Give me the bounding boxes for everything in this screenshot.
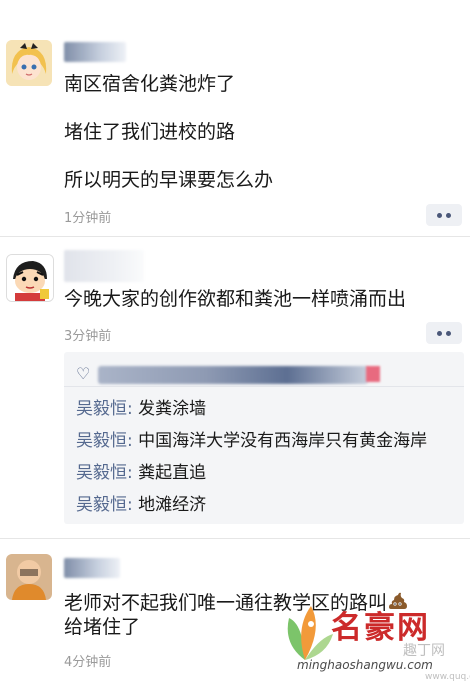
divider — [64, 386, 464, 387]
comment-text: 地滩经济 — [138, 495, 207, 515]
liked-by-avatar — [366, 366, 380, 382]
comment-text: 发粪涂墙 — [138, 399, 207, 419]
avatar[interactable] — [6, 40, 52, 86]
moment-post-1: 南区宿舍化粪池炸了 堵住了我们进校的路 所以明天的早课要怎么办 1分钟前 — [0, 0, 470, 235]
more-dots-icon — [446, 212, 451, 218]
post-text-line: 今晚大家的创作欲都和粪池一样喷涌而出 — [64, 288, 407, 310]
timestamp: 1分钟前 — [64, 211, 112, 226]
more-dots-icon — [446, 330, 451, 336]
watermark: 名豪网 minghaoshangwu.com 趣丁网 www.quq.cn — [275, 590, 470, 684]
comment[interactable]: 吴毅恒: 发粪涂墙 — [76, 398, 206, 420]
username[interactable] — [64, 250, 144, 282]
username[interactable] — [64, 42, 126, 62]
comment-text: 中国海洋大学没有西海岸只有黄金海岸 — [138, 431, 428, 451]
liked-by-list — [98, 366, 368, 384]
commenter-name[interactable]: 吴毅恒: — [76, 463, 133, 483]
leaf-logo-icon — [287, 606, 333, 660]
post-text-line: 堵住了我们进校的路 — [64, 121, 236, 143]
more-actions-button[interactable] — [426, 322, 462, 344]
post-text-line: 给堵住了 — [64, 616, 141, 638]
comment[interactable]: 吴毅恒: 中国海洋大学没有西海岸只有黄金海岸 — [76, 430, 427, 452]
commenter-name[interactable]: 吴毅恒: — [76, 495, 133, 515]
comment[interactable]: 吴毅恒: 粪起直追 — [76, 462, 206, 484]
post-text-line: 南区宿舍化粪池炸了 — [64, 73, 236, 95]
more-dots-icon — [437, 330, 442, 336]
avatar[interactable] — [6, 554, 52, 600]
more-dots-icon — [437, 212, 442, 218]
commenter-name[interactable]: 吴毅恒: — [76, 431, 133, 451]
timestamp: 4分钟前 — [64, 655, 112, 670]
likes-comments-panel: ♡ 吴毅恒: 发粪涂墙 吴毅恒: 中国海洋大学没有西海岸只有黄金海岸 吴毅恒: … — [64, 352, 464, 524]
more-actions-button[interactable] — [426, 204, 462, 226]
username[interactable] — [64, 558, 120, 578]
avatar[interactable] — [6, 254, 54, 302]
post-text-line: 所以明天的早课要怎么办 — [64, 169, 274, 191]
comment[interactable]: 吴毅恒: 地滩经济 — [76, 494, 206, 516]
watermark-corner: 趣丁网 — [403, 643, 445, 659]
heart-outline-icon: ♡ — [76, 364, 91, 383]
commenter-name[interactable]: 吴毅恒: — [76, 399, 133, 419]
likes-row[interactable]: ♡ — [76, 364, 446, 386]
comment-text: 粪起直追 — [138, 463, 207, 483]
watermark-corner-url: www.quq.cn — [425, 672, 470, 682]
watermark-url: minghaoshangwu.com — [297, 658, 433, 672]
timestamp: 3分钟前 — [64, 329, 112, 344]
